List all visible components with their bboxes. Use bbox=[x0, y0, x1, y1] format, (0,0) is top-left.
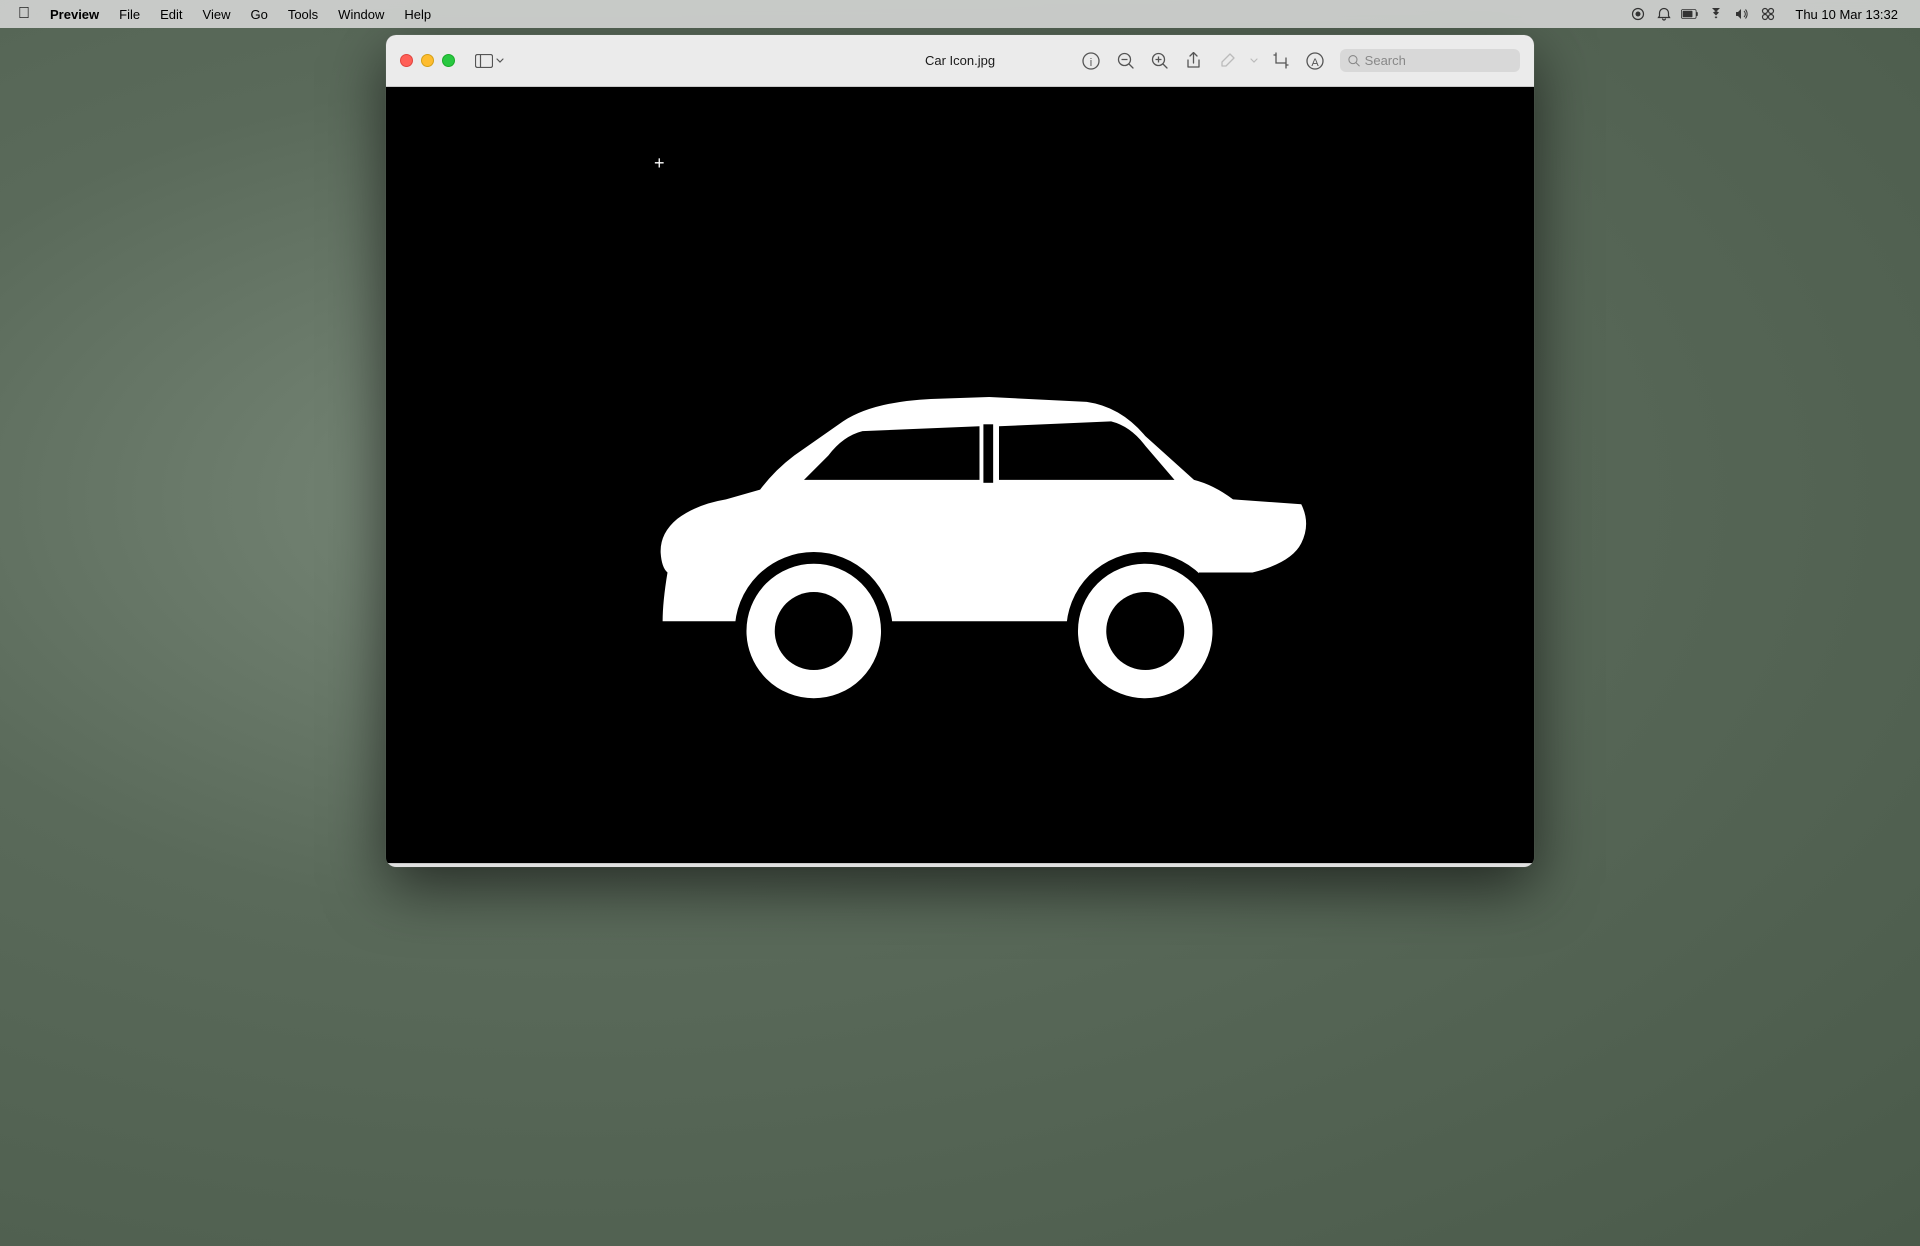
crop-button[interactable] bbox=[1266, 46, 1296, 76]
wifi-icon[interactable] bbox=[1707, 5, 1725, 23]
markup-chevron[interactable] bbox=[1246, 46, 1262, 76]
car-image bbox=[386, 87, 1534, 863]
zoom-in-button[interactable] bbox=[1144, 46, 1174, 76]
menubar:  Preview File Edit View Go Tools Window… bbox=[0, 0, 1920, 28]
svg-text:i: i bbox=[1090, 57, 1092, 69]
controlcenter-icon[interactable] bbox=[1759, 5, 1777, 23]
content-area: + bbox=[386, 87, 1534, 863]
search-bar[interactable] bbox=[1340, 49, 1520, 72]
search-icon bbox=[1348, 54, 1360, 67]
annotate-button[interactable]: A bbox=[1300, 46, 1330, 76]
close-button[interactable] bbox=[400, 54, 413, 67]
toolbar-right: i bbox=[1076, 46, 1520, 76]
menubar-file[interactable]: File bbox=[109, 3, 150, 26]
info-button[interactable]: i bbox=[1076, 46, 1106, 76]
markup-button[interactable] bbox=[1212, 46, 1242, 76]
preview-window: Car Icon.jpg i bbox=[386, 35, 1534, 867]
menubar-help[interactable]: Help bbox=[394, 3, 441, 26]
apple-menu[interactable]:  bbox=[8, 3, 40, 25]
menubar-edit[interactable]: Edit bbox=[150, 3, 192, 26]
maximize-button[interactable] bbox=[442, 54, 455, 67]
desktop:  Preview File Edit View Go Tools Window… bbox=[0, 0, 1920, 1246]
sidebar-toggle[interactable] bbox=[469, 50, 510, 72]
minimize-button[interactable] bbox=[421, 54, 434, 67]
menubar-view[interactable]: View bbox=[193, 3, 241, 26]
window-bottom-bar bbox=[386, 863, 1534, 867]
datetime[interactable]: Thu 10 Mar 13:32 bbox=[1785, 3, 1908, 26]
title-bar: Car Icon.jpg i bbox=[386, 35, 1534, 87]
window-title: Car Icon.jpg bbox=[925, 53, 995, 68]
svg-text:A: A bbox=[1311, 57, 1319, 69]
battery-icon bbox=[1681, 5, 1699, 23]
traffic-lights bbox=[400, 54, 455, 67]
volume-icon[interactable] bbox=[1733, 5, 1751, 23]
notification-icon[interactable] bbox=[1655, 5, 1673, 23]
menubar-go[interactable]: Go bbox=[240, 3, 277, 26]
menubar-app-name[interactable]: Preview bbox=[40, 3, 109, 26]
menubar-tools[interactable]: Tools bbox=[278, 3, 328, 26]
search-input[interactable] bbox=[1365, 53, 1512, 68]
zoom-out-button[interactable] bbox=[1110, 46, 1140, 76]
menubar-window[interactable]: Window bbox=[328, 3, 394, 26]
menubar-right: Thu 10 Mar 13:32 bbox=[1629, 3, 1920, 26]
share-button[interactable] bbox=[1178, 46, 1208, 76]
screen-record-icon[interactable] bbox=[1629, 5, 1647, 23]
menubar-left:  Preview File Edit View Go Tools Window… bbox=[0, 3, 441, 26]
